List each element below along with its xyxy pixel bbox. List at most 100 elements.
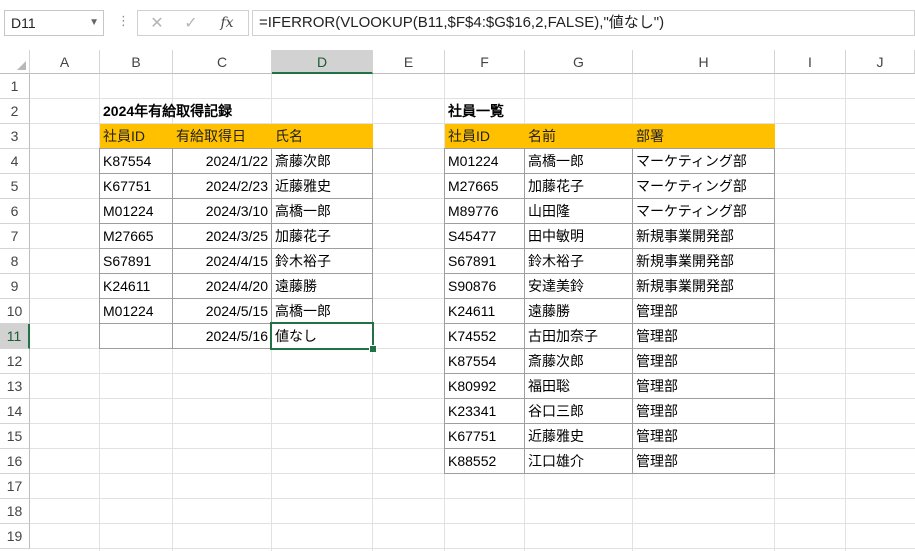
right-table-cell[interactable]: M27665: [444, 173, 525, 199]
left-table-cell[interactable]: 2024/5/16: [172, 323, 272, 349]
left-table-cell[interactable]: 鈴木裕子: [271, 248, 373, 274]
left-table-cell[interactable]: K24611: [99, 273, 173, 299]
right-table-cell[interactable]: 鈴木裕子: [524, 248, 633, 274]
row-header-16[interactable]: 16: [0, 449, 30, 474]
cancel-icon[interactable]: ✕: [144, 11, 170, 35]
right-table-cell[interactable]: K67751: [444, 423, 525, 449]
right-table-cell[interactable]: K88552: [444, 448, 525, 474]
left-table-cell[interactable]: 遠藤勝: [271, 273, 373, 299]
left-table-cell[interactable]: 近藤雅史: [271, 173, 373, 199]
right-table-cell[interactable]: K87554: [444, 348, 525, 374]
row-header-5[interactable]: 5: [0, 174, 30, 199]
left-table-header[interactable]: 社員ID: [100, 124, 173, 149]
left-table-cell[interactable]: M01224: [99, 298, 173, 324]
left-table-cell[interactable]: 斎藤次郎: [271, 148, 373, 174]
right-table-cell[interactable]: 新規事業開発部: [632, 273, 775, 299]
right-table-cell[interactable]: 江口雄介: [524, 448, 633, 474]
right-table-cell[interactable]: マーケティング部: [632, 148, 775, 174]
right-table-cell[interactable]: K24611: [444, 298, 525, 324]
right-table-cell[interactable]: S90876: [444, 273, 525, 299]
right-table-cell[interactable]: 管理部: [632, 323, 775, 349]
right-table-cell[interactable]: 管理部: [632, 373, 775, 399]
right-table-cell[interactable]: 管理部: [632, 448, 775, 474]
right-table-cell[interactable]: 福田聡: [524, 373, 633, 399]
right-table-cell[interactable]: 高橋一郎: [524, 148, 633, 174]
right-table-cell[interactable]: 斎藤次郎: [524, 348, 633, 374]
left-table-header[interactable]: 有給取得日: [173, 124, 272, 149]
right-table-cell[interactable]: K80992: [444, 373, 525, 399]
cell-area[interactable]: 2024年有給取得記録 社員ID 有給取得日 氏名 K87554 2024/1/22 斎藤次…: [30, 74, 915, 551]
chevron-down-icon[interactable]: ▼: [89, 11, 99, 35]
right-table-cell[interactable]: 管理部: [632, 348, 775, 374]
row-header-10[interactable]: 10: [0, 299, 30, 324]
left-table-cell[interactable]: 2024/5/15: [172, 298, 272, 324]
right-table-cell[interactable]: M89776: [444, 198, 525, 224]
left-table-cell[interactable]: 2024/4/20: [172, 273, 272, 299]
row-header-1[interactable]: 1: [0, 74, 30, 99]
left-table-cell[interactable]: [99, 323, 173, 349]
left-table-cell[interactable]: S67891: [99, 248, 173, 274]
right-table-cell[interactable]: 山田隆: [524, 198, 633, 224]
row-header-3[interactable]: 3: [0, 124, 30, 149]
left-table-cell[interactable]: M01224: [99, 198, 173, 224]
formula-input[interactable]: =IFERROR(VLOOKUP(B11,$F$4:$G$16,2,FALSE)…: [252, 10, 915, 36]
right-table-header[interactable]: 部署: [633, 124, 775, 149]
right-table-cell[interactable]: K23341: [444, 398, 525, 424]
row-header-18[interactable]: 18: [0, 499, 30, 524]
left-table-cell[interactable]: 2024/3/25: [172, 223, 272, 249]
left-table-title[interactable]: 2024年有給取得記録: [100, 99, 232, 124]
column-header-d[interactable]: D: [272, 50, 373, 74]
right-table-cell[interactable]: 管理部: [632, 298, 775, 324]
right-table-cell[interactable]: K74552: [444, 323, 525, 349]
fill-handle[interactable]: [369, 345, 377, 353]
right-table-cell[interactable]: 谷口三郎: [524, 398, 633, 424]
left-table-cell[interactable]: 2024/1/22: [172, 148, 272, 174]
left-table-header[interactable]: 氏名: [272, 124, 373, 149]
row-header-11[interactable]: 11: [0, 324, 30, 349]
more-options-icon[interactable]: ⋮: [117, 14, 130, 30]
column-header-i[interactable]: I: [775, 50, 846, 74]
left-table-cell[interactable]: 2024/3/10: [172, 198, 272, 224]
right-table-cell[interactable]: マーケティング部: [632, 198, 775, 224]
column-header-a[interactable]: A: [30, 50, 100, 74]
row-header-2[interactable]: 2: [0, 99, 30, 124]
right-table-cell[interactable]: マーケティング部: [632, 173, 775, 199]
column-header-g[interactable]: G: [525, 50, 633, 74]
right-table-cell[interactable]: 古田加奈子: [524, 323, 633, 349]
right-table-cell[interactable]: 管理部: [632, 398, 775, 424]
left-table-cell[interactable]: K67751: [99, 173, 173, 199]
right-table-cell[interactable]: 新規事業開発部: [632, 223, 775, 249]
left-table-cell[interactable]: M27665: [99, 223, 173, 249]
enter-icon[interactable]: ✓: [178, 11, 204, 35]
left-table-cell[interactable]: K87554: [99, 148, 173, 174]
column-header-e[interactable]: E: [373, 50, 445, 74]
right-table-cell[interactable]: 管理部: [632, 423, 775, 449]
row-header-13[interactable]: 13: [0, 374, 30, 399]
select-all-button[interactable]: [0, 50, 30, 74]
column-header-b[interactable]: B: [100, 50, 173, 74]
name-box[interactable]: D11 ▼: [4, 10, 104, 36]
row-header-9[interactable]: 9: [0, 274, 30, 299]
insert-function-icon[interactable]: fx: [214, 11, 240, 35]
right-table-title[interactable]: 社員一覧: [445, 99, 525, 124]
row-header-8[interactable]: 8: [0, 249, 30, 274]
right-table-header[interactable]: 名前: [525, 124, 633, 149]
right-table-cell[interactable]: S45477: [444, 223, 525, 249]
row-header-19[interactable]: 19: [0, 524, 30, 549]
right-table-cell[interactable]: 田中敏明: [524, 223, 633, 249]
right-table-cell[interactable]: 遠藤勝: [524, 298, 633, 324]
left-table-cell[interactable]: 高橋一郎: [271, 298, 373, 324]
left-table-cell[interactable]: 高橋一郎: [271, 198, 373, 224]
right-table-cell[interactable]: S67891: [444, 248, 525, 274]
column-header-f[interactable]: F: [445, 50, 525, 74]
left-table-cell[interactable]: 2024/2/23: [172, 173, 272, 199]
column-header-j[interactable]: J: [846, 50, 915, 74]
right-table-cell[interactable]: M01224: [444, 148, 525, 174]
column-header-h[interactable]: H: [633, 50, 775, 74]
row-header-12[interactable]: 12: [0, 349, 30, 374]
right-table-cell[interactable]: 近藤雅史: [524, 423, 633, 449]
right-table-cell[interactable]: 加藤花子: [524, 173, 633, 199]
worksheet-grid[interactable]: 2024年有給取得記録 社員ID 有給取得日 氏名 K87554 2024/1/22 斎藤次…: [0, 50, 915, 551]
row-header-6[interactable]: 6: [0, 199, 30, 224]
left-table-cell[interactable]: 2024/4/15: [172, 248, 272, 274]
